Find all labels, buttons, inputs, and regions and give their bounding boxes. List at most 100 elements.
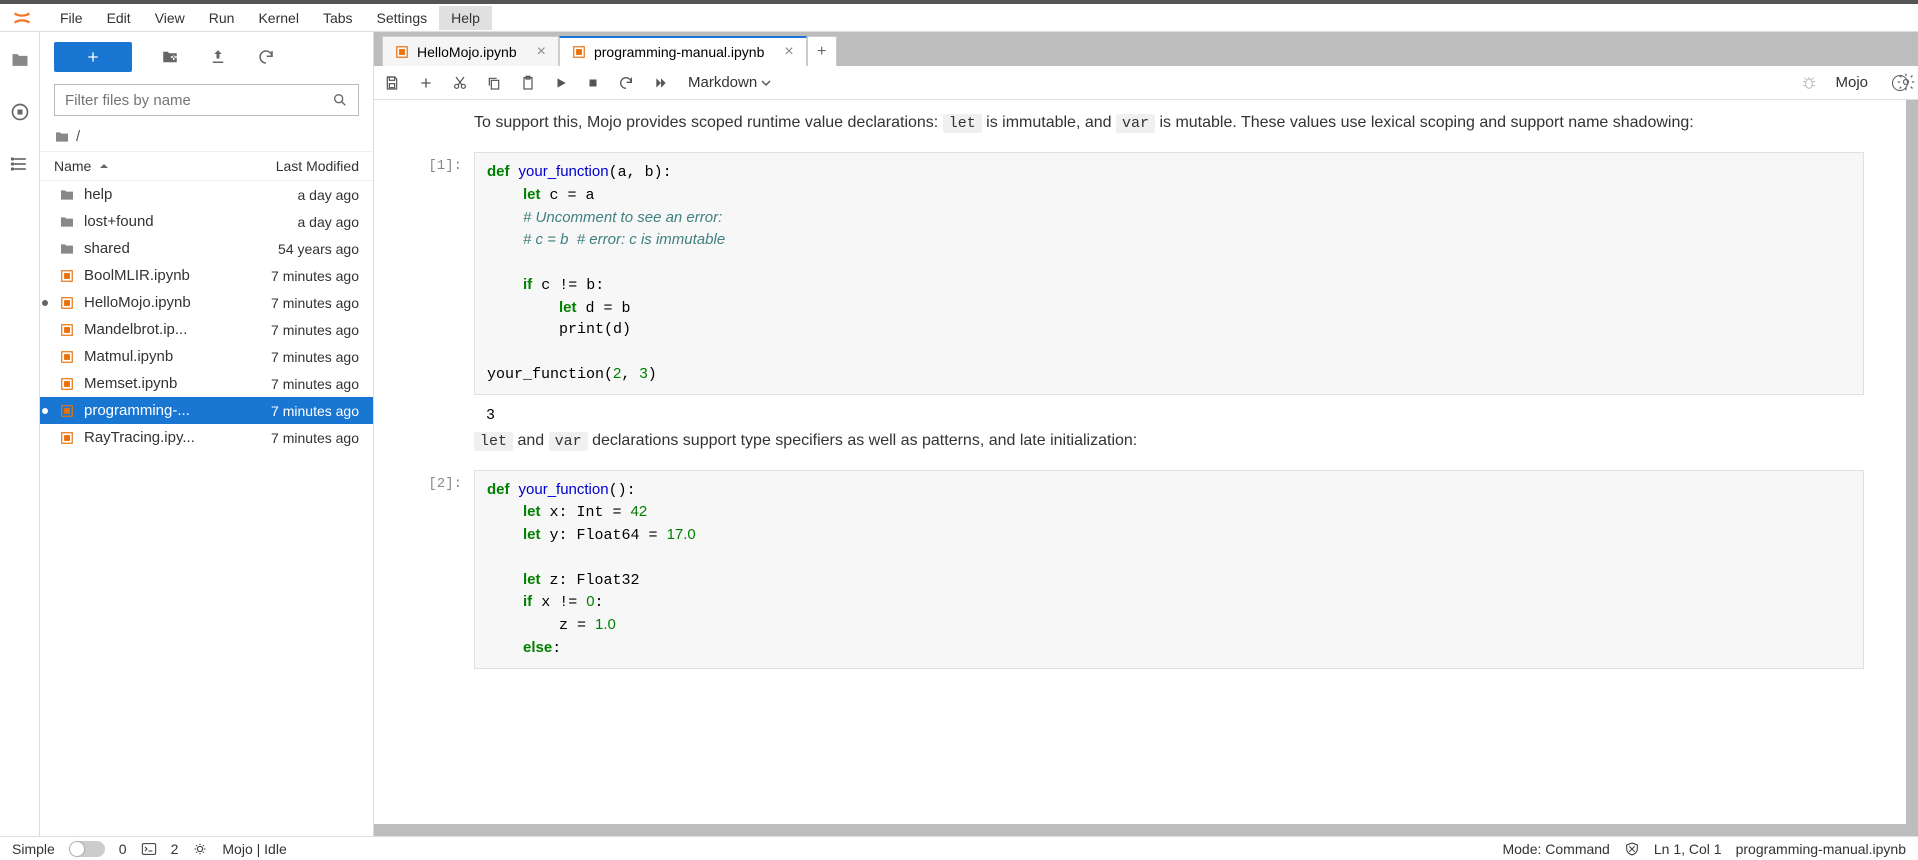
file-list-header[interactable]: Name Last Modified (40, 151, 373, 181)
new-launcher-button[interactable] (54, 42, 132, 72)
markdown-cell[interactable]: let and var declarations support type sp… (474, 428, 1854, 454)
status-mode[interactable]: Mode: Command (1502, 841, 1609, 857)
filter-input[interactable] (65, 92, 332, 109)
filter-box[interactable] (54, 84, 359, 116)
file-row[interactable]: helpa day ago (40, 181, 373, 208)
copy-button[interactable] (486, 75, 502, 91)
tab-label: HelloMojo.ipynb (417, 44, 517, 60)
notebook-icon (58, 269, 76, 283)
code-cell[interactable]: [2]: def your_function(): let x: Int = 4… (384, 470, 1882, 669)
save-button[interactable] (384, 75, 400, 91)
file-modified: 54 years ago (229, 241, 359, 257)
status-kernel[interactable]: Mojo | Idle (222, 841, 286, 857)
sort-asc-icon (99, 161, 109, 171)
folder-icon (58, 187, 76, 203)
menu-file[interactable]: File (48, 6, 95, 30)
tab[interactable]: HelloMojo.ipynb × (382, 36, 559, 66)
notebook-icon (572, 45, 586, 59)
folder-icon (58, 241, 76, 257)
notebook-content[interactable]: To support this, Mojo provides scoped ru… (374, 100, 1906, 824)
close-icon[interactable]: × (784, 43, 793, 61)
file-row[interactable]: shared54 years ago (40, 235, 373, 262)
add-cell-button[interactable] (418, 75, 434, 91)
terminal-icon[interactable] (141, 841, 157, 857)
file-row[interactable]: Memset.ipynb7 minutes ago (40, 370, 373, 397)
menubar: FileEditViewRunKernelTabsSettingsHelp (0, 4, 1918, 32)
refresh-button[interactable] (256, 47, 276, 67)
file-row[interactable]: Mandelbrot.ip...7 minutes ago (40, 316, 373, 343)
code-input[interactable]: def your_function(): let x: Int = 42 let… (474, 470, 1864, 669)
kernels-count[interactable]: 2 (171, 841, 179, 857)
restart-run-all-button[interactable] (652, 76, 670, 90)
file-list: helpa day agolost+founda day agoshared54… (40, 181, 373, 836)
folder-icon (58, 214, 76, 230)
markdown-cell[interactable]: To support this, Mojo provides scoped ru… (474, 110, 1854, 136)
close-icon[interactable]: × (537, 43, 546, 61)
notebook-icon (58, 404, 76, 418)
menu-run[interactable]: Run (197, 6, 247, 30)
file-modified: 7 minutes ago (229, 322, 359, 338)
status-cursor[interactable]: Ln 1, Col 1 (1654, 841, 1722, 857)
menu-help[interactable]: Help (439, 6, 492, 30)
menu-tabs[interactable]: Tabs (311, 6, 365, 30)
file-modified: a day ago (229, 214, 359, 230)
file-name: Mandelbrot.ip... (84, 321, 229, 338)
menu-settings[interactable]: Settings (365, 6, 440, 30)
file-name: programming-... (84, 402, 229, 419)
file-modified: 7 minutes ago (229, 403, 359, 419)
file-name: BoolMLIR.ipynb (84, 267, 229, 284)
file-name: Memset.ipynb (84, 375, 229, 392)
file-toolbar (40, 32, 373, 78)
file-row[interactable]: HelloMojo.ipynb7 minutes ago (40, 289, 373, 316)
menu-kernel[interactable]: Kernel (246, 6, 310, 30)
bug-icon[interactable] (1801, 75, 1817, 91)
file-modified: 7 minutes ago (229, 430, 359, 446)
file-row[interactable]: RayTracing.ipy...7 minutes ago (40, 424, 373, 451)
notebook-icon (58, 350, 76, 364)
simple-toggle[interactable] (69, 841, 105, 857)
running-icon[interactable] (8, 100, 32, 124)
cell-type-selector[interactable]: Markdown (688, 74, 771, 91)
file-modified: 7 minutes ago (229, 295, 359, 311)
code-input[interactable]: def your_function(a, b): let c = a # Unc… (474, 152, 1864, 395)
file-row[interactable]: BoolMLIR.ipynb7 minutes ago (40, 262, 373, 289)
menu-edit[interactable]: Edit (95, 6, 143, 30)
file-row[interactable]: Matmul.ipynb7 minutes ago (40, 343, 373, 370)
gear-icon[interactable] (1896, 72, 1916, 92)
chevron-down-icon (761, 78, 771, 88)
new-folder-button[interactable] (160, 47, 180, 67)
file-name: Matmul.ipynb (84, 348, 229, 365)
tab[interactable]: programming-manual.ipynb× (559, 36, 807, 66)
md-code: var (1116, 114, 1155, 133)
file-row[interactable]: lost+founda day ago (40, 208, 373, 235)
kernel-name[interactable]: Mojo (1835, 74, 1868, 91)
trusted-icon[interactable] (1624, 841, 1640, 857)
cut-button[interactable] (452, 75, 468, 91)
terminals-count[interactable]: 0 (119, 841, 127, 857)
activity-bar (0, 32, 40, 836)
run-button[interactable] (554, 76, 568, 90)
folder-icon[interactable] (8, 48, 32, 72)
header-name: Name (54, 158, 91, 174)
upload-button[interactable] (208, 47, 228, 67)
file-name: HelloMojo.ipynb (84, 294, 229, 311)
paste-button[interactable] (520, 75, 536, 91)
kernels-icon[interactable] (192, 841, 208, 857)
file-name: lost+found (84, 213, 229, 230)
md-text-span: declarations support type specifiers as … (588, 432, 1138, 449)
simple-label: Simple (12, 841, 55, 857)
code-cell[interactable]: [1]: def your_function(a, b): let c = a … (384, 152, 1882, 395)
md-text-span: is immutable, and (982, 114, 1116, 131)
restart-button[interactable] (618, 75, 634, 91)
breadcrumb[interactable]: / (40, 122, 373, 151)
menu-view[interactable]: View (143, 6, 197, 30)
jupyter-logo (8, 4, 36, 32)
file-modified: 7 minutes ago (229, 268, 359, 284)
toc-icon[interactable] (8, 152, 32, 176)
status-filename[interactable]: programming-manual.ipynb (1736, 841, 1906, 857)
interrupt-button[interactable] (586, 76, 600, 90)
md-code: let (943, 114, 982, 133)
file-row[interactable]: programming-...7 minutes ago (40, 397, 373, 424)
new-tab-button[interactable]: + (807, 36, 837, 66)
cell-type-label: Markdown (688, 74, 757, 91)
